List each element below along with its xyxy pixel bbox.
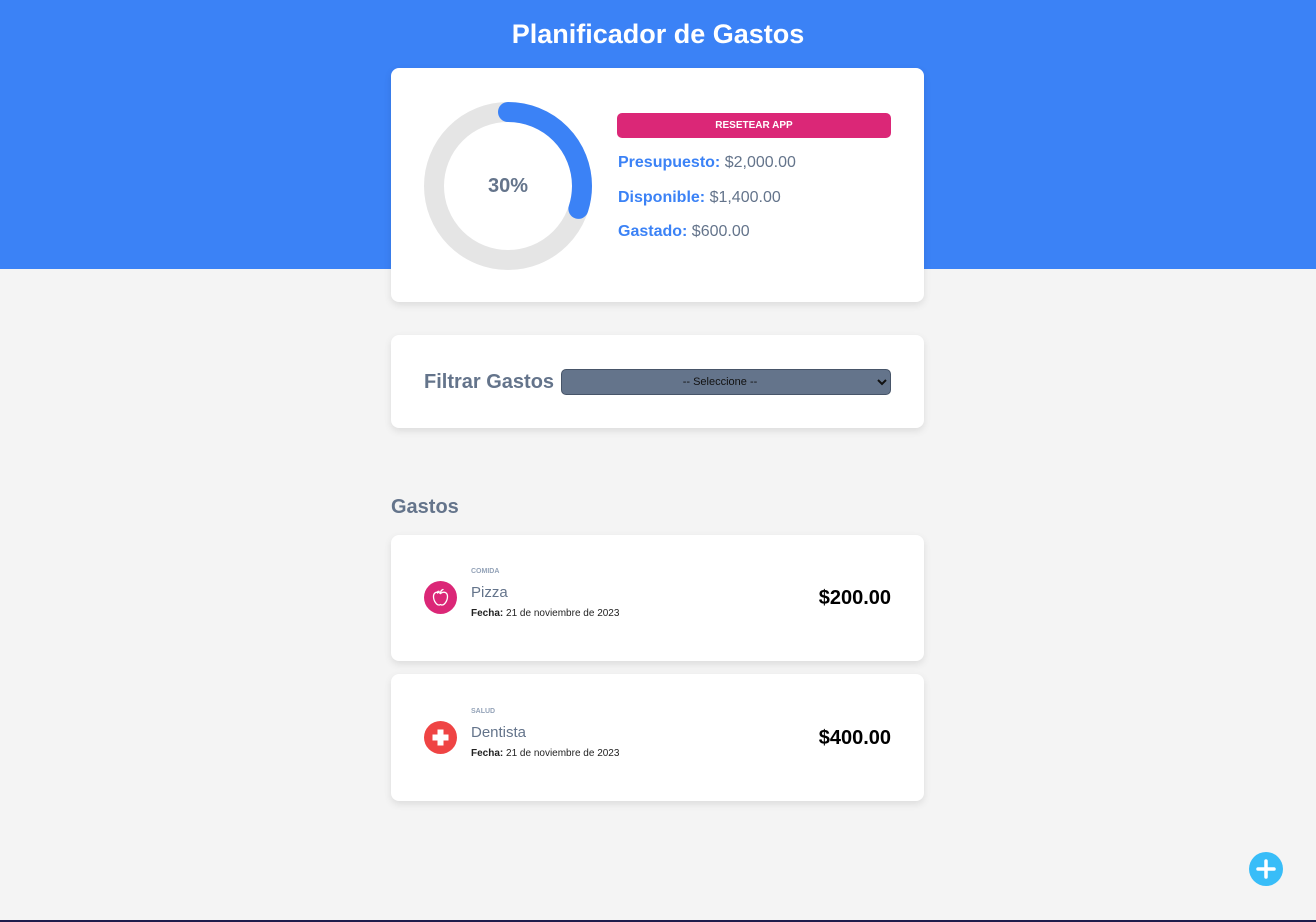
date-value: 21 de noviembre de 2023 [506, 748, 620, 759]
apple-icon [424, 581, 457, 614]
stat-presupuesto: Presupuesto: $2,000.00 [618, 152, 796, 174]
expense-name: Pizza [471, 584, 508, 601]
stat-value: $2,000.00 [724, 154, 796, 171]
budget-percent: 30% [487, 175, 529, 197]
expense-category: Comida [471, 568, 500, 575]
expense-category: Salud [471, 708, 496, 715]
stat-gastado: Gastado: $600.00 [618, 221, 750, 243]
health-cross-icon [424, 721, 457, 754]
expense-name: Dentista [471, 724, 527, 741]
stat-value: $600.00 [691, 223, 750, 240]
stat-label: Disponible: [618, 189, 706, 206]
expenses-title: Gastos [391, 496, 459, 518]
filter-category-select[interactable]: -- Seleccione -- [561, 369, 891, 395]
expense-amount: $200.00 [818, 587, 891, 609]
plus-icon [1256, 859, 1276, 879]
expense-date: Fecha: 21 de noviembre de 2023 [471, 607, 619, 621]
date-label: Fecha: [471, 748, 504, 759]
add-expense-button[interactable] [1249, 852, 1283, 886]
reset-app-button[interactable]: Resetear App [617, 113, 891, 138]
stat-disponible: Disponible: $1,400.00 [618, 187, 781, 209]
date-label: Fecha: [471, 608, 504, 619]
stat-value: $1,400.00 [709, 189, 781, 206]
app-title: Planificador de Gastos [511, 19, 805, 49]
stat-label: Presupuesto: [618, 154, 721, 171]
stat-label: Gastado: [618, 223, 688, 240]
filter-label: Filtrar Gastos [424, 371, 555, 393]
date-value: 21 de noviembre de 2023 [506, 608, 620, 619]
expense-amount: $400.00 [818, 727, 891, 749]
expense-date: Fecha: 21 de noviembre de 2023 [471, 747, 619, 761]
